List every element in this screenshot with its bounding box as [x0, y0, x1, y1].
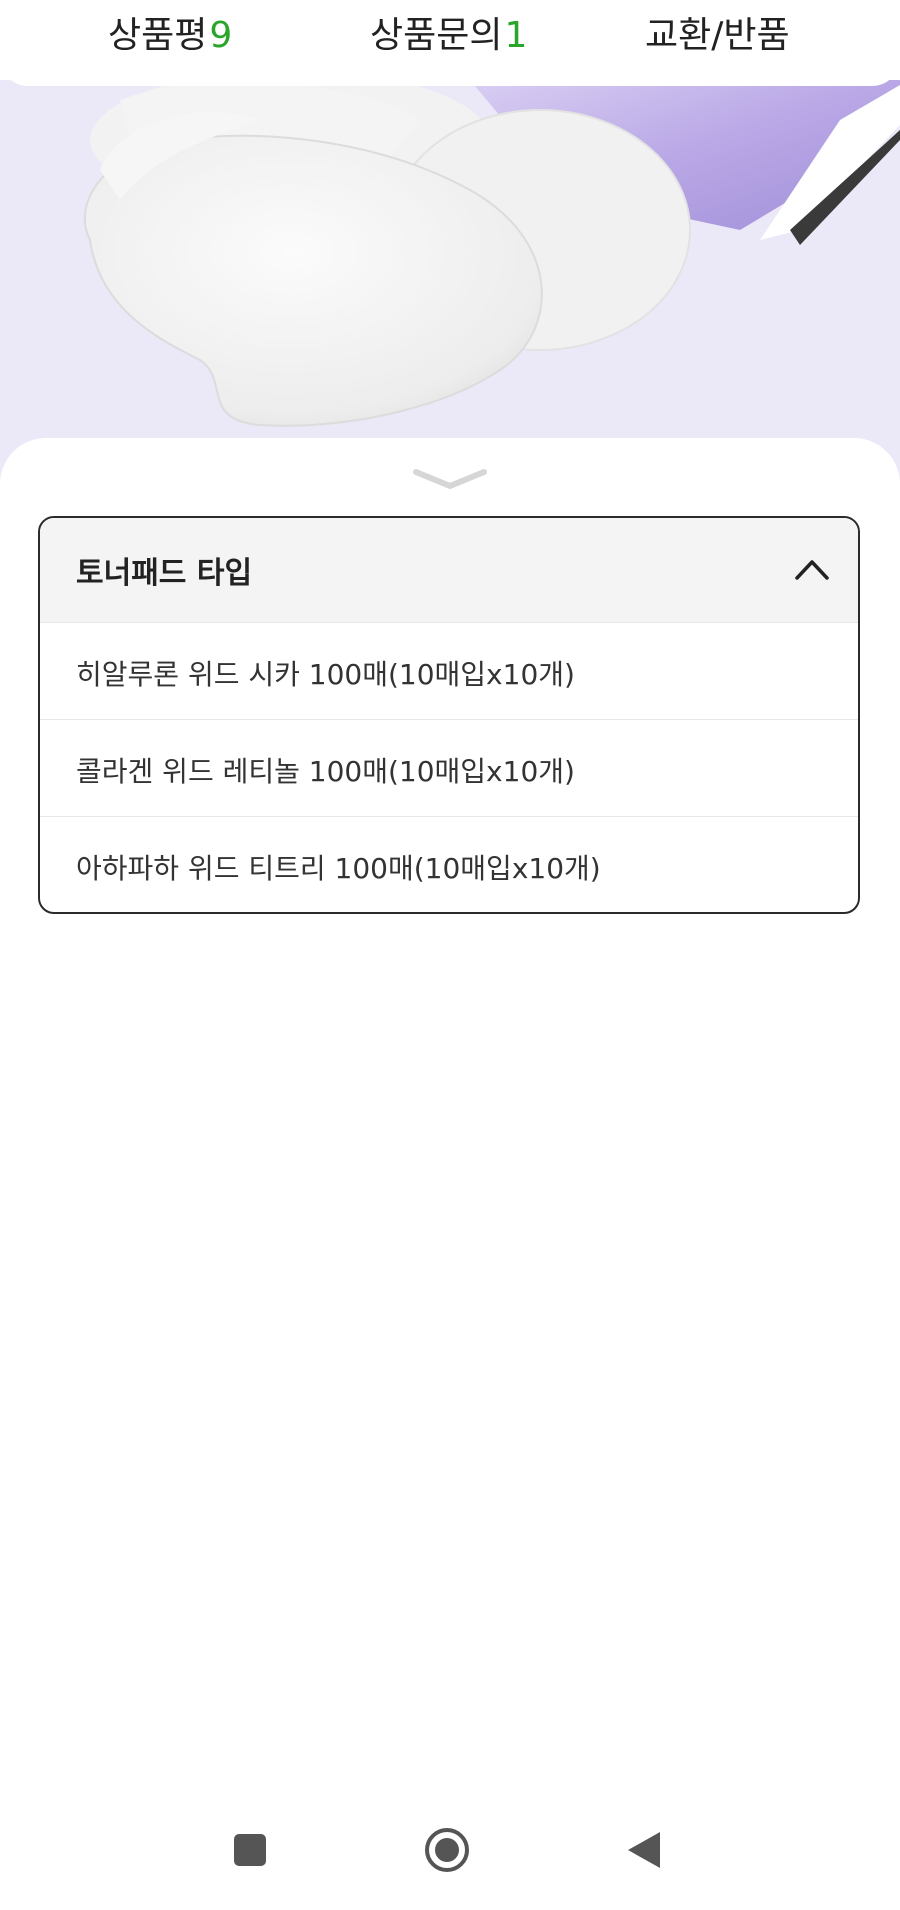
circle-home-icon[interactable] — [417, 1820, 477, 1880]
product-tab-bar: 상품평9 상품문의1 교환/반품 — [0, 0, 900, 86]
triangle-back-icon[interactable] — [614, 1820, 674, 1880]
tab-reviews-label: 상품평 — [108, 15, 208, 56]
dropdown-header[interactable]: 토너패드 타입 — [40, 518, 858, 622]
tab-reviews-count: 9 — [209, 15, 233, 56]
tab-inquiries[interactable]: 상품문의1 — [370, 8, 527, 64]
dropdown-option-label: 아하파하 위드 티트리 100매(10매입x10개) — [76, 852, 601, 885]
dropdown-option[interactable]: 콜라겐 위드 레티놀 100매(10매입x10개) — [40, 719, 858, 816]
square-icon[interactable] — [220, 1820, 280, 1880]
tab-inquiries-label: 상품문의 — [370, 15, 503, 56]
chevron-up-icon[interactable] — [792, 554, 832, 584]
option-dropdown: 토너패드 타입 히알루론 위드 시카 100매(10매입x10개) 콜라겐 위드… — [38, 516, 860, 914]
dropdown-option-label: 히알루론 위드 시카 100매(10매입x10개) — [76, 658, 575, 691]
chevron-down-icon[interactable] — [410, 464, 490, 494]
dropdown-option[interactable]: 아하파하 위드 티트리 100매(10매입x10개) — [40, 816, 858, 912]
product-image — [0, 80, 900, 480]
dropdown-option[interactable]: 히알루론 위드 시카 100매(10매입x10개) — [40, 622, 858, 719]
dropdown-option-label: 콜라겐 위드 레티놀 100매(10매입x10개) — [76, 755, 575, 788]
dropdown-title: 토너패드 타입 — [76, 556, 253, 591]
tab-exchange-return[interactable]: 교환/반품 — [645, 8, 790, 64]
toner-pad-illustration — [84, 80, 900, 427]
tab-inquiries-count: 1 — [504, 15, 528, 56]
tab-reviews[interactable]: 상품평9 — [108, 8, 232, 64]
system-navigation-bar — [0, 1796, 900, 1910]
option-bottom-sheet: 토너패드 타입 히알루론 위드 시카 100매(10매입x10개) 콜라겐 위드… — [0, 438, 900, 1910]
tab-exchange-label: 교환/반품 — [645, 15, 790, 56]
